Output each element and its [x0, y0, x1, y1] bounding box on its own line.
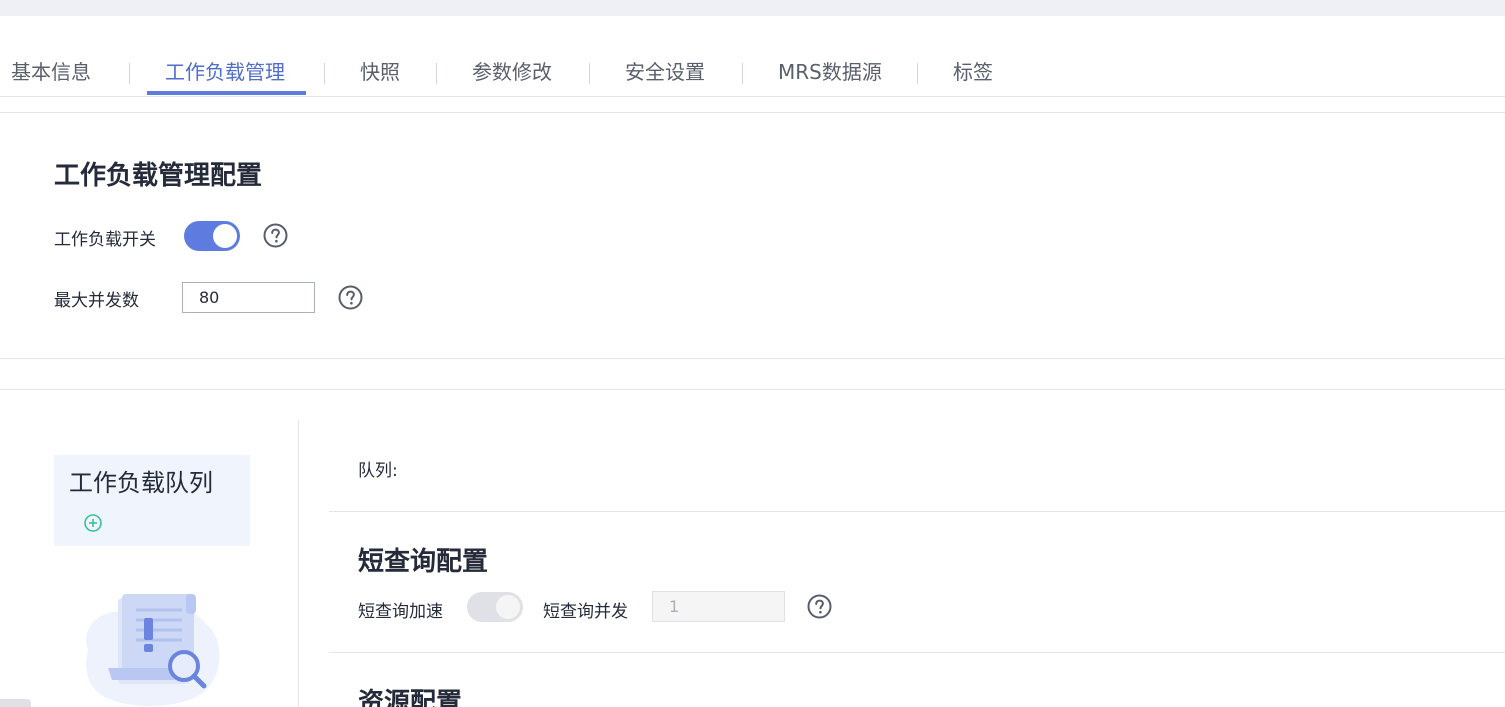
tab-separator [589, 63, 590, 84]
short-query-accel-label: 短查询加速 [358, 602, 443, 622]
divider [0, 112, 1505, 113]
divider [329, 511, 1505, 512]
workload-switch-label: 工作负载开关 [54, 230, 156, 250]
tab-separator [742, 63, 743, 84]
workload-queue-panel: 工作负载队列 [54, 455, 250, 546]
panel-divider [298, 420, 299, 707]
tab-security-settings[interactable]: 安全设置 [625, 52, 705, 96]
tab-separator [324, 63, 325, 84]
plus-circle-icon[interactable] [83, 513, 103, 533]
help-icon[interactable] [263, 223, 288, 248]
workload-config-title: 工作负载管理配置 [54, 161, 263, 191]
divider [0, 358, 1505, 359]
divider [329, 652, 1505, 653]
workload-queue-title: 工作负载队列 [69, 469, 213, 497]
tab-parameter-modification[interactable]: 参数修改 [472, 52, 552, 96]
tab-bar: 基本信息 工作负载管理 快照 参数修改 安全设置 MRS数据源 标签 [0, 52, 1505, 97]
empty-document-search-icon [86, 594, 220, 706]
short-query-accel-toggle[interactable] [467, 592, 523, 622]
page: 基本信息 工作负载管理 快照 参数修改 安全设置 MRS数据源 标签 工作负载管… [0, 0, 1505, 707]
help-icon[interactable] [807, 594, 832, 619]
tab-mrs-datasource[interactable]: MRS数据源 [778, 52, 882, 96]
tab-snapshot[interactable]: 快照 [360, 52, 400, 96]
tab-separator [436, 63, 437, 84]
short-query-concurrency-label: 短查询并发 [543, 602, 628, 622]
help-icon[interactable] [338, 285, 363, 310]
short-query-concurrency-input[interactable] [652, 591, 785, 622]
top-strip [0, 0, 1505, 16]
workload-switch-toggle[interactable] [184, 221, 240, 251]
tab-tags[interactable]: 标签 [953, 52, 993, 96]
tab-workload-management[interactable]: 工作负载管理 [165, 52, 285, 96]
floating-handle[interactable] [0, 699, 31, 707]
tab-separator [129, 63, 130, 84]
toggle-knob [213, 224, 237, 248]
short-query-config-title: 短查询配置 [358, 547, 489, 577]
toggle-knob [496, 595, 520, 619]
divider [0, 389, 1505, 390]
resource-config-title: 资源配置 [358, 688, 463, 707]
max-concurrency-label: 最大并发数 [54, 291, 139, 311]
max-concurrency-input[interactable] [182, 282, 315, 313]
tab-separator [917, 63, 918, 84]
queue-label: 队列: [358, 461, 398, 481]
active-tab-indicator [147, 91, 306, 95]
tab-basic-info[interactable]: 基本信息 [11, 52, 91, 96]
